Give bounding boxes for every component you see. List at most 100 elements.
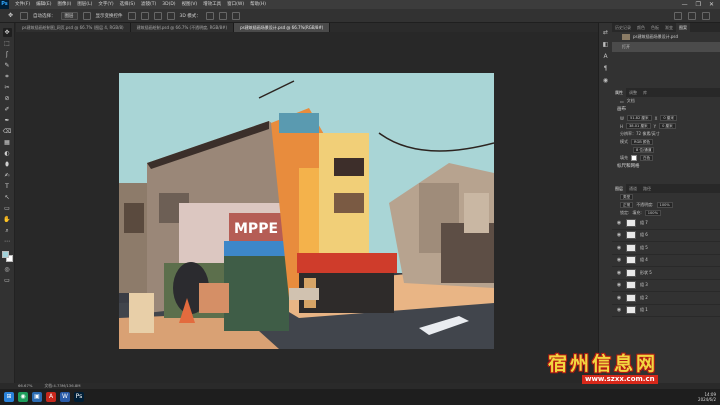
depth-dropdown[interactable]: 8 位/通道 [633,147,655,153]
auto-select-checkbox[interactable] [20,11,28,20]
tab-patterns[interactable]: 图案 [676,23,690,32]
search-icon[interactable] [674,11,682,20]
fill-dropdown[interactable]: 白色 [640,155,654,161]
menu-3d[interactable]: 3D(D) [159,0,178,9]
layer-kind-filter[interactable]: 类型 [620,194,634,200]
layer-row[interactable]: ◉ 组 3 [612,280,720,292]
adjust-icon[interactable]: ◧ [602,41,610,49]
swap-icon[interactable]: ⇄ [602,29,610,37]
menu-file[interactable]: 文件(F) [12,0,33,9]
pen-tool[interactable]: ✍ [3,171,12,180]
acrobat-icon[interactable]: A [46,392,56,402]
slice-tool[interactable]: ✂ [3,83,12,92]
start-icon[interactable]: ⊞ [4,392,14,402]
close-button[interactable]: ✕ [709,1,714,8]
dodge-tool[interactable]: ◐ [3,149,12,158]
layer-row[interactable]: ◉ 组 2 [612,292,720,305]
system-tray-clock[interactable]: 14:09 2024/6/2 [698,392,720,402]
paragraph-icon[interactable]: ¶ [602,65,610,73]
layer-row[interactable]: ◉ 组 4 [612,255,720,267]
file-explorer-icon[interactable]: ▣ [32,392,42,402]
photoshop-taskbar-icon[interactable]: Ps [74,392,84,402]
document-tab[interactable]: 建筑插画绘制.psd @ 66.7% (不透明度, RGB/8#) [130,23,235,32]
eye-icon[interactable]: ◉ [616,282,622,288]
menu-layer[interactable]: 图层(L) [74,0,95,9]
eye-icon[interactable]: ◉ [616,270,622,276]
maximize-button[interactable]: ❐ [696,1,701,8]
layer-row[interactable]: ◉ 组 1 [612,305,720,317]
zoom-tool[interactable]: ⌕ [3,226,12,235]
screen-mode-icon[interactable]: ▭ [3,276,12,285]
move-tool[interactable]: ✥ [2,28,12,37]
gradient-tool[interactable]: ▦ [3,138,12,147]
menu-image[interactable]: 图像(I) [54,0,74,9]
align-left-icon[interactable] [127,11,136,20]
styles-icon[interactable]: ◉ [602,77,610,85]
foreground-color-swatch[interactable] [1,251,9,258]
fill-color-swatch[interactable] [631,155,637,161]
move-tool-icon[interactable]: ✥ [6,11,15,20]
layer-row[interactable]: ◉ 组 5 [612,242,720,255]
align-right-icon[interactable] [153,11,162,20]
history-step[interactable]: 打开 [612,42,720,52]
workspace-icon[interactable] [688,11,696,20]
path-select-tool[interactable]: ↖ [3,193,12,202]
document-tab-active[interactable]: ps建筑插画场景设计.psd @ 66.7%(RGB/8#) [234,23,331,32]
orbit-3d-icon[interactable] [205,11,214,20]
eye-icon[interactable]: ◉ [616,220,622,226]
tab-gradients[interactable]: 渐变 [662,23,676,32]
tab-channels[interactable]: 通道 [626,184,640,193]
eye-icon[interactable]: ◉ [616,295,622,301]
menu-view[interactable]: 视图(V) [179,0,201,9]
tab-properties[interactable]: 属性 [612,88,626,97]
artwork-illustration[interactable]: MPPE [119,73,494,349]
menu-edit[interactable]: 编辑(E) [33,0,54,9]
tab-swatches[interactable]: 色板 [648,23,662,32]
menu-filter[interactable]: 滤镜(T) [138,0,159,9]
tab-color[interactable]: 颜色 [634,23,648,32]
more-tools-icon[interactable]: ⋯ [3,237,12,246]
menu-plugins[interactable]: 增效工具 [200,0,224,9]
rulers-section-title[interactable]: 标尺和网格 [612,162,720,171]
quick-mask-icon[interactable]: ◎ [3,265,12,274]
word-icon[interactable]: W [60,392,70,402]
rectangle-tool[interactable]: ▭ [3,204,12,213]
pan-3d-icon[interactable] [218,11,227,20]
eye-icon[interactable]: ◉ [616,232,622,238]
layer-fill-field[interactable]: 100% [644,210,661,216]
canvas-area[interactable]: MPPE [16,32,598,383]
minimize-button[interactable]: — [682,1,688,8]
tab-libraries[interactable]: 库 [640,88,650,97]
canvas-section-title[interactable]: 画布 [612,105,720,114]
hand-tool[interactable]: ✋ [3,215,12,224]
menu-window[interactable]: 窗口(W) [224,0,247,9]
crop-tool[interactable]: ⌗ [3,72,12,81]
menu-type[interactable]: 文字(Y) [95,0,116,9]
align-center-icon[interactable] [140,11,149,20]
type-tool[interactable]: T [3,182,12,191]
tab-paths[interactable]: 路径 [640,184,654,193]
browser-icon[interactable]: ◉ [18,392,28,402]
quick-select-tool[interactable]: ✎ [3,61,12,70]
blend-mode-dropdown[interactable]: 正常 [620,202,634,208]
height-field[interactable]: 38.01 厘米 [626,123,651,129]
auto-select-dropdown[interactable]: 图层 [60,11,78,20]
eye-icon[interactable]: ◉ [616,245,622,251]
scale-3d-icon[interactable] [231,11,240,20]
brush-tool[interactable]: ✒ [3,116,12,125]
mode-dropdown[interactable]: RGB 颜色 [631,139,654,145]
blur-tool[interactable]: ⬮ [3,160,12,169]
lasso-tool[interactable]: ʃ [3,50,12,59]
document-tab[interactable]: ps建筑插画绘制图_网页.psd @ 66.7% (图层 4, RGB/8) [16,23,131,32]
distribute-icon[interactable] [166,11,175,20]
tab-adjustments[interactable]: 调整 [626,88,640,97]
marquee-tool[interactable]: ⬚ [3,39,12,48]
x-field[interactable]: 0 厘米 [660,115,677,121]
width-field[interactable]: 51.82 厘米 [626,115,652,121]
tab-history[interactable]: 历史记录 [612,23,634,32]
healing-brush-tool[interactable]: ✐ [3,105,12,114]
layer-row[interactable]: ◉ 组 7 [612,217,720,230]
share-icon[interactable] [702,11,710,20]
opacity-field[interactable]: 100% [656,202,673,208]
layer-row[interactable]: ◉ 形状 5 [612,267,720,280]
